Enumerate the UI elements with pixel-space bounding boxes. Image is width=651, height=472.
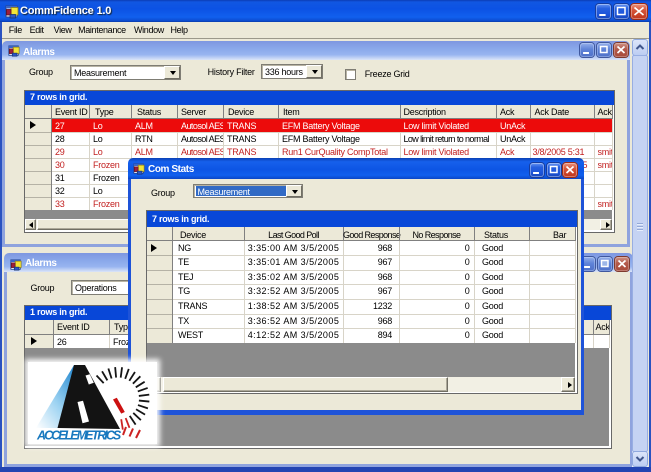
svg-text:ACCELEMETRICS: ACCELEMETRICS xyxy=(36,429,122,443)
